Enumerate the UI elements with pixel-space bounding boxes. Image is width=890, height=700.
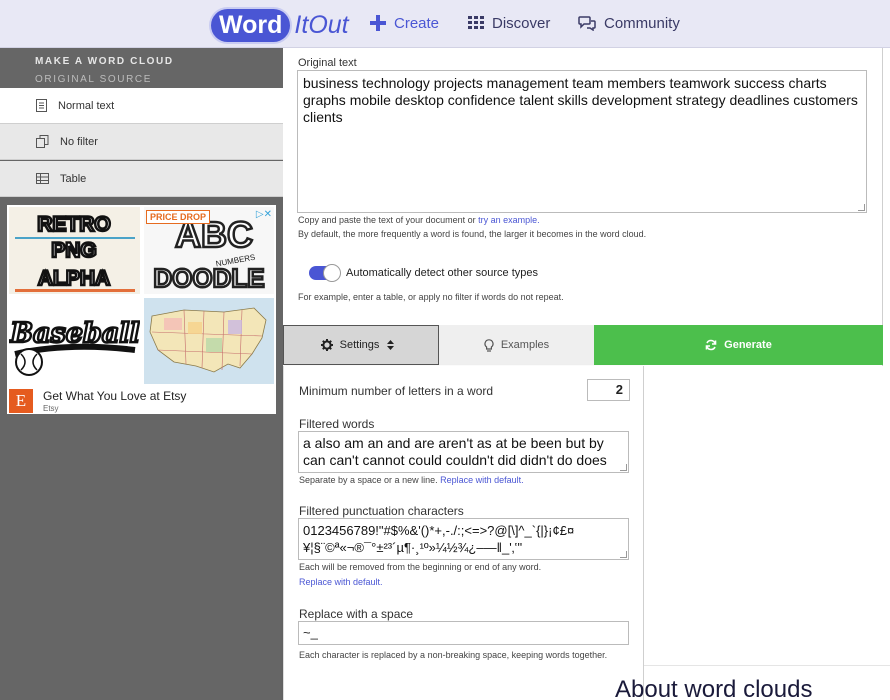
source-no-filter[interactable]: No filter <box>0 124 283 160</box>
about-heading: About word clouds <box>615 676 813 700</box>
punct-help: Each will be removed from the beginning … <box>299 562 542 572</box>
table-icon <box>36 173 49 184</box>
tab-examples-label: Examples <box>500 339 550 351</box>
sidebar-title: MAKE A WORD CLOUD <box>35 56 174 67</box>
original-text-input[interactable]: business technology projects management … <box>297 70 867 213</box>
settings-panel: Minimum number of letters in a word 2 Fi… <box>283 366 644 700</box>
source-normal-text-label: Normal text <box>58 99 115 112</box>
space-label: Replace with a space <box>299 607 414 621</box>
generate-label: Generate <box>724 339 772 351</box>
source-normal-text[interactable]: Normal text <box>0 88 283 124</box>
original-help-2: By default, the more frequently a word i… <box>298 229 647 239</box>
right-content <box>644 366 890 700</box>
replace-default-link-2[interactable]: Replace with default. <box>299 577 383 587</box>
baseball-script-image: Baseball <box>9 317 140 376</box>
logo-itout: ItOut <box>294 10 349 39</box>
tab-settings-label: Settings <box>339 339 380 351</box>
svg-text:PNG: PNG <box>51 239 97 262</box>
source-no-filter-label: No filter <box>60 135 98 148</box>
punct-line-1: 0123456789!"#$%&'()*+,-./:;<=>?@[\]^_`{|… <box>303 523 575 538</box>
filtered-words-help: Separate by a space or a new line. Repla… <box>299 475 524 485</box>
replace-space-input[interactable]: ~_ <box>298 621 629 645</box>
divider <box>644 665 890 666</box>
nav-community-label: Community <box>604 14 680 32</box>
nav-discover-label: Discover <box>492 14 551 32</box>
resize-handle-icon[interactable] <box>620 551 627 558</box>
price-drop-badge: PRICE DROP <box>146 210 211 224</box>
source-table[interactable]: Table <box>0 161 283 197</box>
svg-text:RETRO: RETRO <box>37 213 111 236</box>
svg-text:ALPHA: ALPHA <box>38 267 110 290</box>
filtered-words-value: a also am an and are aren't as at be bee… <box>303 435 607 468</box>
usa-map-image <box>144 298 274 384</box>
main-panel: Original text business technology projec… <box>283 48 883 366</box>
ad-tile-baseball[interactable]: Baseball <box>9 298 140 384</box>
original-text-value: business technology projects management … <box>303 75 858 125</box>
punct-label: Filtered punctuation characters <box>299 504 464 518</box>
filtered-words-input[interactable]: a also am an and are aren't as at be bee… <box>298 431 629 473</box>
original-text-label: Original text <box>298 57 357 69</box>
space-help: Each character is replaced by a non-brea… <box>299 650 608 660</box>
nav-create-label: Create <box>394 14 440 32</box>
resize-handle-icon[interactable] <box>858 204 865 211</box>
chat-bubbles-icon <box>578 15 596 31</box>
punct-line-2: ¥¦§¨©ª«¬®¯°±²³´µ¶·¸¹º»¼½¾¿–—‖_'‚‛" <box>303 540 523 555</box>
logo-word: Word <box>211 8 291 42</box>
auto-detect-label: Automatically detect other source types <box>346 267 538 279</box>
retro-png-alpha-image: RETRO PNG ALPHA <box>15 212 135 292</box>
lightbulb-icon <box>484 338 494 352</box>
replace-default-link[interactable]: Replace with default. <box>440 475 524 485</box>
resize-handle-icon[interactable] <box>620 464 627 471</box>
ad-tile-abc[interactable]: ABC DOODLE NUMBERS PRICE DROP ▷✕ <box>144 207 274 294</box>
ad-banner[interactable]: RETRO PNG ALPHA ABC DOODLE NUMBERS PRICE… <box>7 205 276 414</box>
svg-text:DOODLE: DOODLE <box>153 263 264 293</box>
gear-icon <box>320 339 333 351</box>
logo[interactable]: Word ItOut <box>211 6 349 44</box>
generate-button[interactable]: Generate <box>594 325 883 365</box>
ad-tile-retro[interactable]: RETRO PNG ALPHA <box>9 207 140 294</box>
nav-community[interactable]: Community <box>578 12 680 34</box>
tab-examples[interactable]: Examples <box>439 325 594 365</box>
etsy-logo-icon: E <box>9 389 33 413</box>
top-nav: Word ItOut Create Discover Community <box>0 0 890 48</box>
auto-detect-toggle[interactable] <box>309 264 341 282</box>
ad-tile-usa-map[interactable] <box>144 298 274 384</box>
ad-headline[interactable]: Get What You Love at Etsy <box>43 389 186 403</box>
sort-arrows-icon <box>387 340 395 350</box>
filtered-words-label: Filtered words <box>299 417 375 431</box>
try-example-link[interactable]: try an example. <box>478 215 540 225</box>
separate-help-text: Separate by a space or a new line. <box>299 475 438 485</box>
sidebar: MAKE A WORD CLOUD ORIGINAL SOURCE Normal… <box>0 48 283 700</box>
refresh-icon <box>705 339 717 351</box>
tab-settings[interactable]: Settings <box>283 325 439 365</box>
plus-icon <box>370 15 386 31</box>
nav-create[interactable]: Create <box>370 12 439 34</box>
sidebar-subtitle: ORIGINAL SOURCE <box>35 74 152 85</box>
ad-brand: Etsy <box>43 404 59 413</box>
grid-icon <box>468 16 484 29</box>
auto-detect-help: For example, enter a table, or apply no … <box>298 292 564 302</box>
nav-discover[interactable]: Discover <box>468 12 550 34</box>
document-icon <box>36 99 47 112</box>
original-help-1: Copy and paste the text of your document… <box>298 215 540 225</box>
ad-close-icon[interactable]: ▷✕ <box>256 209 272 220</box>
source-table-label: Table <box>60 172 87 185</box>
min-letters-label: Minimum number of letters in a word <box>299 384 494 398</box>
min-letters-input[interactable]: 2 <box>587 379 630 401</box>
ad-footer[interactable]: E Get What You Love at Etsy Etsy <box>7 386 276 414</box>
punct-input[interactable]: 0123456789!"#$%&'()*+,-./:;<=>?@[\]^_`{|… <box>298 518 629 560</box>
copy-icon <box>36 135 49 148</box>
original-help-1-text: Copy and paste the text of your document… <box>298 215 476 225</box>
toggle-knob <box>323 264 341 282</box>
